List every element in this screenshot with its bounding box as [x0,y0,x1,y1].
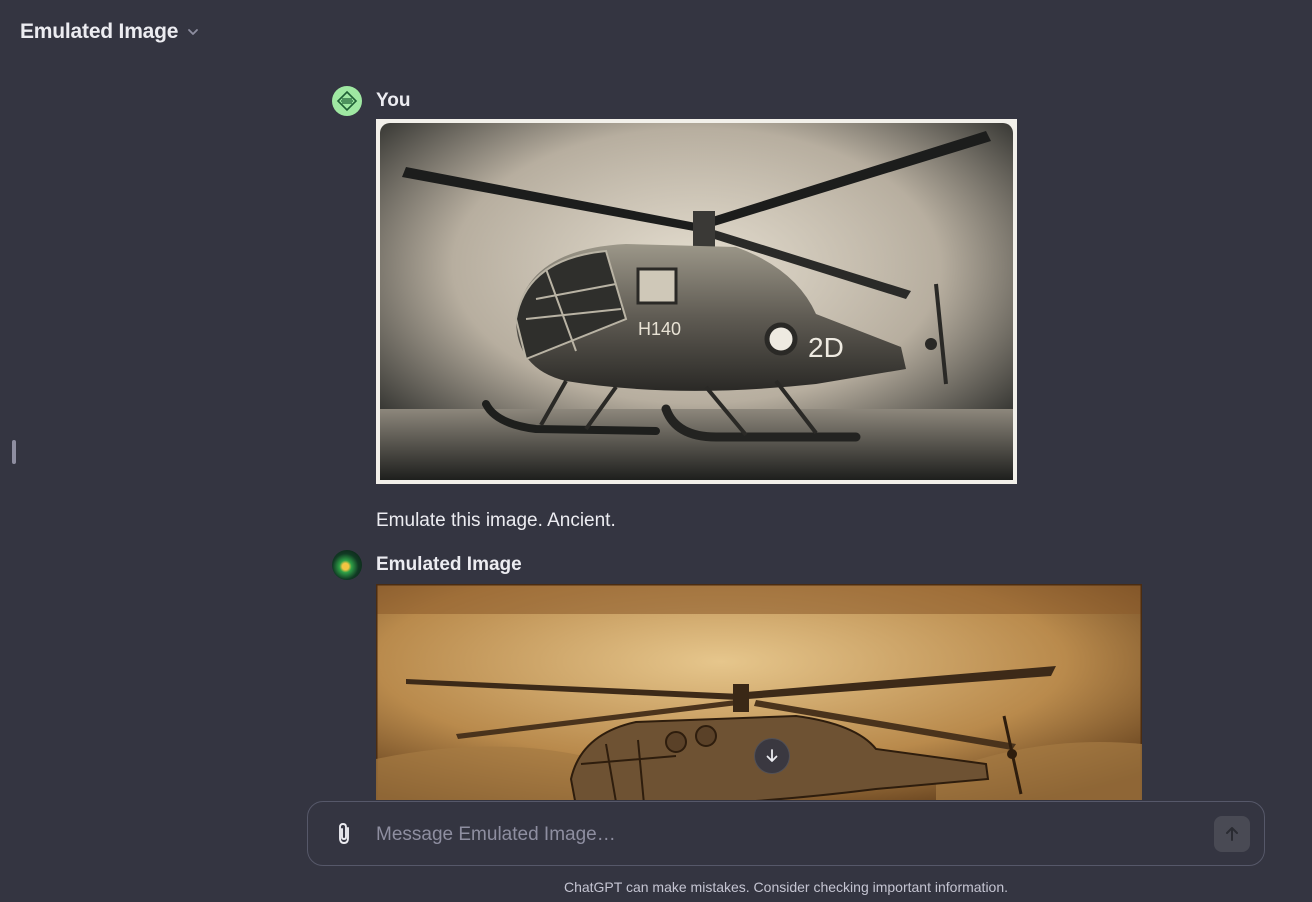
conversation-thread: You H140 2D Emulate this image. Ancient.… [0,0,1312,800]
message-input[interactable] [374,817,1198,853]
chat-app: Emulated Image You H140 2D Emulate this … [0,0,1312,902]
author-name: You [376,90,411,111]
svg-text:H140: H140 [638,319,681,339]
user-avatar [332,86,362,116]
message-text: Emulate this image. Ancient. [376,510,616,531]
user-avatar-icon [336,90,358,112]
user-message: You H140 2D Emulate this image. Ancient. [332,86,1152,532]
arrow-up-icon [1226,827,1238,841]
disclaimer-text: ChatGPT can make mistakes. Consider chec… [563,879,1009,895]
author-row: Emulated Image [332,550,1152,580]
uploaded-image[interactable]: H140 2D [376,119,1017,484]
attach-file-button[interactable] [330,819,358,849]
paperclip-icon [339,823,349,844]
send-button[interactable] [1214,816,1250,852]
author-name: Emulated Image [376,554,522,575]
gpt-avatar [332,550,362,580]
arrow-down-icon [766,749,778,762]
message-composer [307,801,1265,866]
svg-text:2D: 2D [808,332,844,363]
assistant-message: Emulated Image [332,550,1152,800]
author-row: You [332,86,1152,116]
message-content: H140 2D Emulate this image. Ancient. [376,119,1152,532]
scroll-to-bottom-button[interactable] [754,738,790,774]
